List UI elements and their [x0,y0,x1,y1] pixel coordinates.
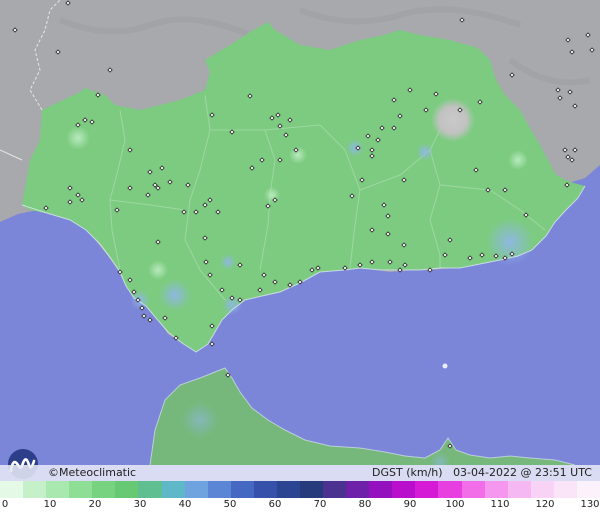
color-scale-swatch [23,481,47,498]
color-scale-swatch [392,481,416,498]
scale-tick-label: 110 [490,499,510,510]
color-scale-swatch [507,481,531,498]
color-scale-swatch [415,481,439,498]
color-scale-swatch [484,481,508,498]
color-scale-legend: 0 10 20 30 40 50 60 70 80 90 100 110 120 130 [0,481,600,517]
color-scale-swatch [323,481,347,498]
color-scale-swatch [438,481,462,498]
attribution-label: ©Meteoclimatic [48,466,137,479]
scale-tick-label: 130 [580,499,600,510]
color-scale-swatch [576,481,600,498]
color-scale-swatch [346,481,370,498]
color-scale-swatch [300,481,324,498]
scale-tick-label: 70 [313,499,327,510]
color-scale-swatch [138,481,162,498]
color-scale-swatch [253,481,277,498]
color-scale-swatch [230,481,254,498]
variable-label: DGST (km/h) [372,466,443,479]
scale-tick-label: 50 [223,499,237,510]
color-scale-bar [0,481,600,498]
color-scale-swatch [461,481,485,498]
color-scale-swatch [530,481,554,498]
scale-tick-label: 100 [445,499,465,510]
scale-tick-label: 40 [178,499,192,510]
color-scale-swatch [92,481,116,498]
scale-tick-label: 0 [1,499,9,510]
color-scale-swatch [369,481,393,498]
wind-gust-map [0,0,600,517]
color-scale-swatch [184,481,208,498]
color-scale-swatch [115,481,139,498]
color-scale-swatch [207,481,231,498]
color-scale-swatch [553,481,577,498]
color-scale-swatch [0,481,24,498]
scale-tick-label: 120 [535,499,555,510]
info-bar: ©Meteoclimatic DGST (km/h) 03-04-2022 @ … [0,465,600,481]
color-scale-swatch [46,481,70,498]
scale-tick-label: 80 [358,499,372,510]
high-peak-area [431,98,475,142]
color-scale-swatch [69,481,93,498]
scale-tick-label: 10 [43,499,57,510]
scale-tick-label: 90 [403,499,417,510]
color-scale-swatch [161,481,185,498]
timestamp-label: 03-04-2022 @ 23:51 UTC [453,466,592,479]
scale-tick-label: 20 [88,499,102,510]
map-caption: DGST (km/h) 03-04-2022 @ 23:51 UTC [372,466,592,479]
scale-tick-label: 60 [268,499,282,510]
color-scale-swatch [276,481,301,498]
scale-tick-label: 30 [133,499,147,510]
